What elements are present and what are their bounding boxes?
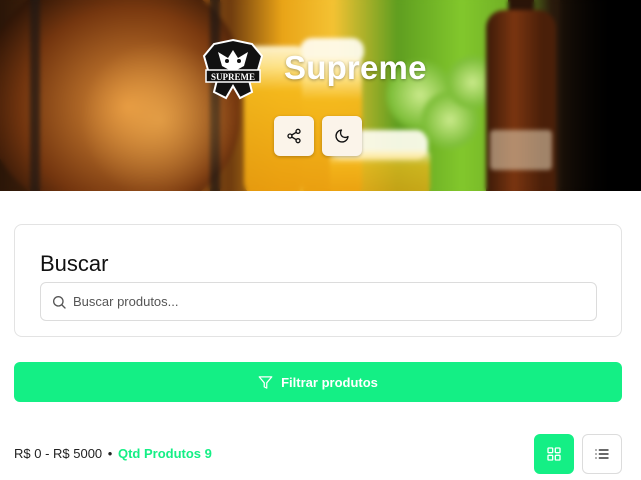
moon-icon (335, 129, 349, 143)
filter-button-label: Filtrar produtos (281, 374, 378, 390)
grid-icon (547, 447, 561, 461)
share-icon (287, 128, 301, 144)
results-summary: R$ 0 - R$ 5000 • Qtd Produtos 9 (14, 446, 212, 461)
separator: • (107, 446, 113, 461)
store-name: Supreme (284, 49, 427, 86)
search-icon (41, 294, 71, 310)
product-count: Qtd Produtos 9 (117, 446, 212, 461)
filter-products-button[interactable]: Filtrar produtos (14, 362, 622, 402)
list-view-button[interactable] (582, 434, 622, 474)
grid-view-button[interactable] (534, 434, 574, 474)
hero-banner: SUPREME Supreme (0, 0, 641, 191)
logo-text: SUPREME (211, 72, 255, 82)
search-box[interactable] (40, 282, 597, 321)
filter-icon (258, 375, 273, 389)
brand: SUPREME Supreme (200, 36, 427, 100)
search-card: Buscar (14, 224, 622, 337)
theme-toggle-button[interactable] (322, 116, 362, 156)
page: SUPREME Supreme Buscar Filtrar pr (0, 0, 641, 480)
search-input[interactable] (73, 294, 573, 309)
price-range: R$ 0 - R$ 5000 (14, 446, 103, 461)
search-title: Buscar (40, 251, 109, 276)
store-logo: SUPREME (202, 38, 264, 100)
share-button[interactable] (274, 116, 314, 156)
list-icon (595, 449, 609, 459)
